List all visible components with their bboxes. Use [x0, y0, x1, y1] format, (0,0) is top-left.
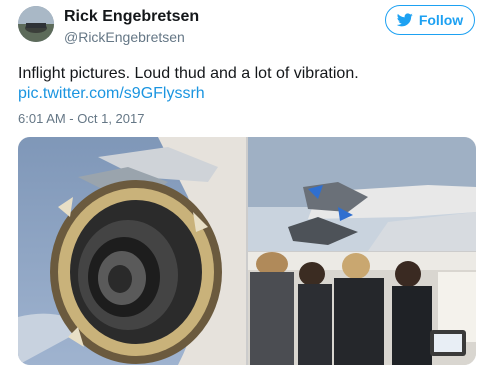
- twitter-bird-icon: [396, 13, 413, 27]
- photo-damaged-engine-closeup[interactable]: [18, 137, 246, 365]
- tweet-media-link[interactable]: pic.twitter.com/s9GFlyssrh: [18, 85, 205, 103]
- photo-damaged-engine-wing-view[interactable]: [248, 137, 476, 251]
- avatar[interactable]: [18, 6, 54, 42]
- photo-passengers-looking-out-window[interactable]: [248, 252, 476, 365]
- follow-button-label: Follow: [418, 12, 464, 28]
- tweet-media-grid: [18, 137, 476, 365]
- follow-button[interactable]: Follow: [385, 5, 475, 35]
- tweet-text: Inflight pictures. Loud thud and a lot o…: [18, 65, 359, 82]
- user-handle[interactable]: @RickEngebretsen: [64, 29, 185, 45]
- display-name[interactable]: Rick Engebretsen: [64, 8, 199, 26]
- tweet-timestamp[interactable]: 6:01 AM - Oct 1, 2017: [18, 111, 144, 126]
